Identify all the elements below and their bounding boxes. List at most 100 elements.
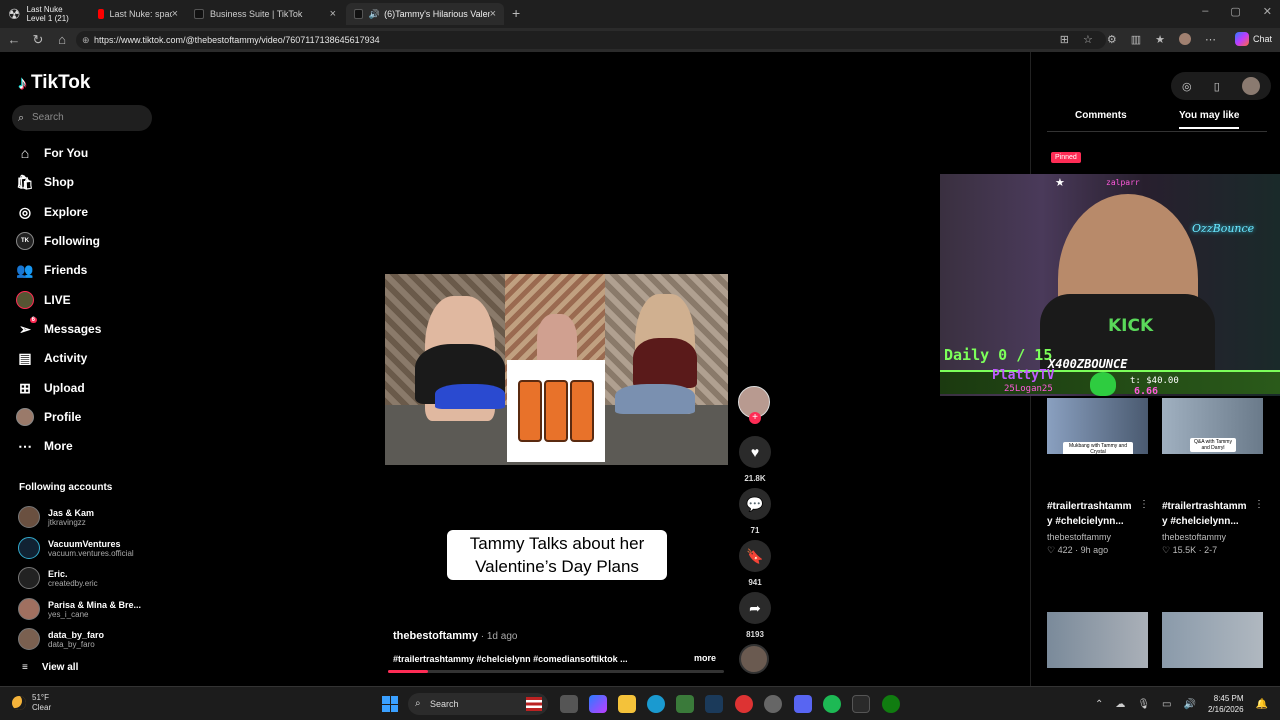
sidebar-item-live[interactable]: LIVE	[16, 289, 71, 311]
sidebar-item-following[interactable]: TK Following	[16, 230, 100, 252]
tab-youtube[interactable]: Last Nuke: space - YouTube ×	[90, 3, 186, 25]
search-placeholder: Search	[32, 112, 64, 123]
tab-you-may-like[interactable]: You may like	[1179, 110, 1240, 129]
close-window-button[interactable]: ✕	[1263, 5, 1272, 18]
share-button[interactable]: ➦	[739, 592, 771, 624]
following-account-item[interactable]: Parisa & Mina & Bre... yes_i_cane	[18, 596, 141, 622]
like-button[interactable]: ♥	[739, 436, 771, 468]
favorites-icon[interactable]: ★	[1155, 33, 1165, 46]
close-icon[interactable]: ×	[172, 8, 178, 20]
sidebar-item-messages[interactable]: ➢ 6 Messages	[16, 317, 101, 340]
following-account-item[interactable]: Eric. createdby.eric	[18, 565, 98, 591]
sidebar-item-shop[interactable]: 🛍 Shop	[16, 171, 74, 193]
favorite-star-icon[interactable]: ☆	[1083, 33, 1093, 46]
music-disc[interactable]	[739, 644, 769, 674]
comment-button[interactable]: 💬	[739, 488, 771, 520]
user-avatar[interactable]	[1241, 77, 1260, 95]
edge-icon[interactable]	[647, 695, 665, 713]
copilot-app-icon[interactable]	[589, 695, 607, 713]
following-account-item[interactable]: Jas & Kam jtkravingzz	[18, 504, 94, 530]
sidebar-item-more[interactable]: ⋯ More	[16, 435, 73, 457]
tiktok-logo[interactable]: ♪ TikTok	[18, 72, 90, 94]
tab-business-suite[interactable]: Business Suite | TikTok ×	[186, 3, 344, 25]
split-screen-icon[interactable]: ▥	[1131, 33, 1141, 46]
cloud-icon[interactable]: ☁	[1115, 699, 1125, 710]
home-button[interactable]: ⌂	[54, 32, 70, 47]
device-icon[interactable]: ▯	[1214, 80, 1220, 93]
profile-avatar-icon[interactable]	[1179, 33, 1191, 45]
video-thumbnail[interactable]: Mukbang with Tammy and Crystal	[1047, 398, 1148, 454]
game-overlay-line2: Level 1 (21)	[26, 14, 69, 23]
sidebar-item-activity[interactable]: ▤ Activity	[16, 347, 87, 369]
close-icon[interactable]: ×	[490, 8, 496, 20]
sidebar-item-profile[interactable]: Profile	[16, 406, 81, 428]
flag-icon	[526, 697, 542, 711]
share-icon: ➦	[749, 599, 761, 616]
card-title[interactable]: #trailertrashtamm y #chelcielynn...	[1047, 499, 1137, 529]
view-all-link[interactable]: ≡ View all	[22, 662, 78, 673]
url-field[interactable]: ⊕ https://www.tiktok.com/@thebestoftammy…	[76, 31, 1106, 49]
card-title[interactable]: #trailertrashtamm y #chelcielynn...	[1162, 499, 1252, 529]
video-player[interactable]	[385, 274, 728, 465]
app-available-icon[interactable]: ⊞	[1060, 33, 1069, 46]
activity-icon: ▤	[18, 349, 32, 366]
search-input[interactable]: ⌕ Search	[12, 105, 152, 131]
card-author[interactable]: thebestoftammy	[1162, 532, 1226, 542]
close-icon[interactable]: ×	[330, 8, 336, 20]
clock[interactable]: 8:45 PM 2/16/2026	[1208, 693, 1244, 715]
menu-dots-icon[interactable]: ⋯	[1205, 33, 1216, 46]
coins-icon[interactable]: ◎	[1182, 80, 1192, 93]
steam-icon[interactable]	[705, 695, 723, 713]
tab-tiktok-video[interactable]: 🔊 (6)Tammy's Hilarious Valentine ×	[346, 3, 504, 25]
excel-icon[interactable]	[852, 695, 870, 713]
microphone-icon[interactable]: 🎙	[1137, 699, 1150, 710]
xbox-icon[interactable]	[882, 695, 900, 713]
new-tab-button[interactable]: +	[512, 5, 520, 21]
following-account-item[interactable]: data_by_faro data_by_faro	[18, 626, 104, 652]
app-icon[interactable]	[764, 695, 782, 713]
video-thumbnail[interactable]: Q&A with Tammy and Darryl	[1162, 398, 1263, 454]
chevron-up-icon[interactable]: ⌃	[1095, 699, 1103, 710]
store-icon[interactable]	[676, 695, 694, 713]
video-thumbnail[interactable]	[1162, 612, 1263, 668]
minimize-button[interactable]: –	[1202, 5, 1208, 18]
weather-widget[interactable]: 51°F Clear	[12, 693, 51, 713]
sidebar-item-label: Profile	[44, 410, 82, 424]
chrome-icon[interactable]	[735, 695, 753, 713]
refresh-button[interactable]: ↻	[30, 32, 46, 48]
video-hashtags[interactable]: #trailertrashtammy #chelcielynn #comedia…	[393, 654, 643, 664]
card-menu-icon[interactable]: ⋮	[1139, 499, 1149, 510]
start-button[interactable]	[382, 696, 398, 712]
card-author[interactable]: thebestoftammy	[1047, 532, 1111, 542]
follow-button[interactable]: +	[749, 412, 761, 424]
more-link[interactable]: more	[694, 653, 716, 663]
task-view-icon[interactable]	[560, 695, 578, 713]
extensions-icon[interactable]: ⚙	[1107, 33, 1117, 46]
taskbar-search[interactable]: ⌕ Search	[408, 693, 548, 715]
sidebar-item-explore[interactable]: ◎ Explore	[16, 201, 88, 223]
video-progress-bar[interactable]	[388, 670, 724, 673]
notification-icon[interactable]: 🔔	[1256, 699, 1268, 710]
back-button[interactable]: ←	[6, 32, 22, 47]
site-info-icon[interactable]: ⊕	[82, 31, 90, 49]
following-account-item[interactable]: VacuumVentures vacuum.ventures.official	[18, 535, 134, 561]
neon-sign: OzzBounce	[1192, 222, 1255, 235]
card-menu-icon[interactable]: ⋮	[1254, 499, 1264, 510]
sidebar-item-upload[interactable]: ⊞ Upload	[16, 377, 85, 399]
copilot-chat-button[interactable]: Chat	[1234, 32, 1272, 46]
video-thumbnail[interactable]	[1047, 612, 1148, 668]
sidebar-item-for-you[interactable]: ⌂ For You	[16, 142, 88, 164]
account-handle: vacuum.ventures.official	[48, 548, 134, 558]
volume-icon[interactable]: 🔊	[1184, 699, 1196, 710]
spotify-icon[interactable]	[823, 695, 841, 713]
network-icon[interactable]: ▭	[1162, 699, 1171, 710]
save-button[interactable]: 🔖	[739, 540, 771, 572]
top-right-controls: ◎ ▯	[1171, 72, 1271, 100]
speaker-icon[interactable]: 🔊	[369, 9, 380, 20]
file-explorer-icon[interactable]	[618, 695, 636, 713]
discord-icon[interactable]	[794, 695, 812, 713]
video-author[interactable]: thebestoftammy	[393, 630, 478, 642]
maximize-button[interactable]: ▢	[1230, 5, 1240, 18]
sidebar-item-friends[interactable]: 👥 Friends	[16, 259, 87, 281]
tab-comments[interactable]: Comments	[1075, 110, 1127, 121]
